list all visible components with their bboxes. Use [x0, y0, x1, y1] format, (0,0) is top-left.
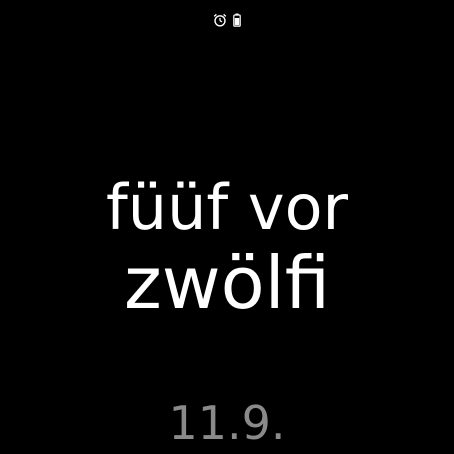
- time-line-1: füüf vor: [105, 171, 349, 244]
- fuzzy-time: füüf vor zwölfi: [0, 171, 454, 325]
- date-label: 11.9.: [168, 396, 286, 450]
- battery-icon: [233, 13, 241, 27]
- alarm-clock-icon: [213, 13, 227, 27]
- time-line-2: zwölfi: [123, 241, 331, 325]
- status-bar: [0, 10, 454, 30]
- watch-screen: füüf vor zwölfi 11.9.: [0, 0, 454, 454]
